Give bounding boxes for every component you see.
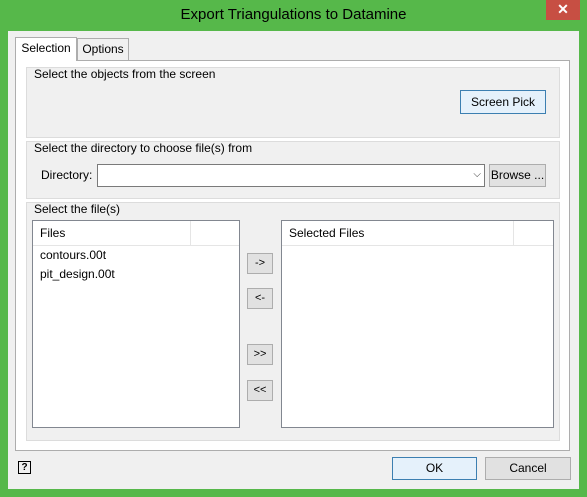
list-item[interactable]: contours.00t (40, 248, 106, 262)
dialog-window: Export Triangulations to Datamine ✕ Sele… (0, 0, 587, 497)
directory-group: Select the directory to choose file(s) f… (26, 141, 560, 199)
header-divider (513, 221, 514, 245)
screen-pick-button[interactable]: Screen Pick (460, 90, 546, 114)
ok-button[interactable]: OK (392, 457, 477, 480)
available-files-list[interactable]: Files contours.00t pit_design.00t (32, 220, 240, 428)
files-group-label: Select the file(s) (34, 202, 121, 216)
selected-files-header: Selected Files (282, 221, 553, 246)
tab-panel-selection: Select the objects from the screen Scree… (15, 60, 570, 451)
title-bar[interactable]: Export Triangulations to Datamine ✕ (0, 0, 587, 31)
list-item[interactable]: pit_design.00t (40, 267, 115, 281)
tab-selection[interactable]: Selection (15, 37, 77, 61)
files-column-header[interactable]: Files (33, 221, 65, 245)
header-divider (190, 221, 191, 245)
dialog-client: Selection Options Select the objects fro… (8, 31, 579, 489)
available-files-header: Files (33, 221, 239, 246)
close-button[interactable]: ✕ (546, 0, 580, 20)
remove-file-button[interactable]: <- (247, 288, 273, 309)
screen-group: Select the objects from the screen Scree… (26, 67, 560, 138)
screen-group-label: Select the objects from the screen (34, 67, 216, 81)
cancel-button[interactable]: Cancel (485, 457, 571, 480)
window-title: Export Triangulations to Datamine (180, 6, 407, 23)
directory-combobox[interactable]: ⌵ (97, 164, 485, 187)
help-icon[interactable]: ? (18, 461, 31, 474)
chevron-down-icon[interactable]: ⌵ (473, 169, 481, 180)
add-all-files-button[interactable]: >> (247, 344, 273, 365)
selected-files-list[interactable]: Selected Files (281, 220, 554, 428)
tab-options[interactable]: Options (77, 38, 129, 60)
remove-all-files-button[interactable]: << (247, 380, 273, 401)
files-group: Select the file(s) Files contours.00t pi… (26, 202, 560, 441)
browse-button[interactable]: Browse ... (489, 164, 546, 187)
directory-group-label: Select the directory to choose file(s) f… (34, 141, 253, 155)
selected-files-column-header[interactable]: Selected Files (282, 221, 364, 245)
add-file-button[interactable]: -> (247, 253, 273, 274)
directory-label: Directory: (41, 168, 93, 182)
